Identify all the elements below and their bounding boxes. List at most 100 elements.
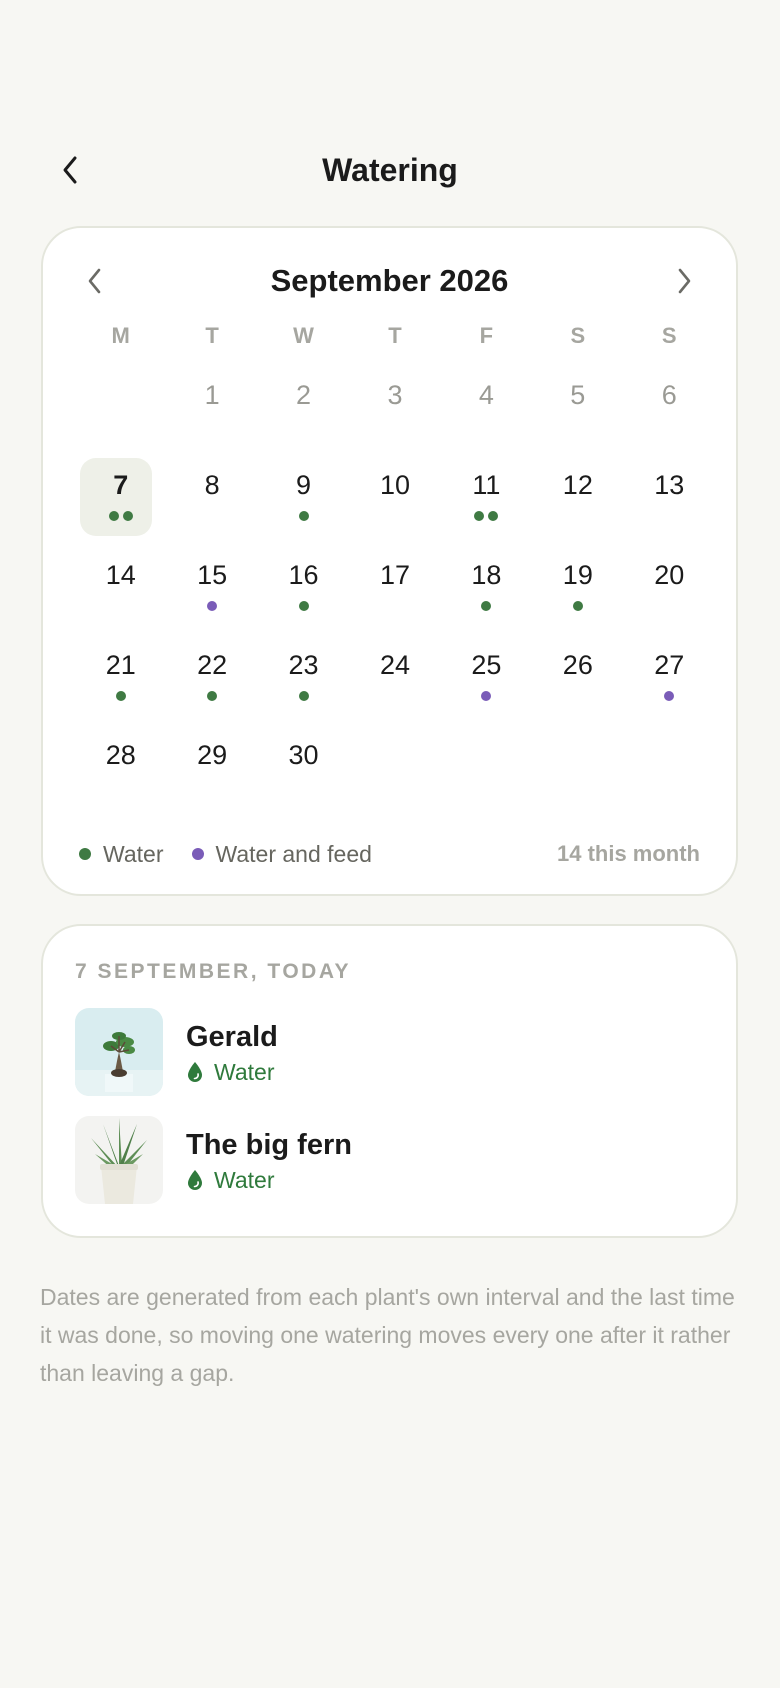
month-count: 14 this month xyxy=(556,841,700,866)
feed-dot-icon xyxy=(207,601,218,611)
calendar-day[interactable]: 20 xyxy=(624,538,715,628)
task-dots xyxy=(624,691,715,701)
day-number: 24 xyxy=(379,650,410,680)
feed-dot-icon xyxy=(191,848,204,860)
water-dot-icon xyxy=(481,601,492,611)
weekday-label: W xyxy=(293,323,314,348)
calendar-day[interactable]: 15 xyxy=(166,538,257,628)
next-month-button[interactable] xyxy=(664,261,704,301)
calendar-day[interactable]: 19 xyxy=(532,538,623,628)
calendar-day[interactable]: 24 xyxy=(349,628,440,718)
calendar-day[interactable]: 6 xyxy=(624,358,715,448)
task-dots xyxy=(166,691,257,701)
section-label: 7 SEPTEMBER, TODAY xyxy=(75,960,352,983)
day-number: 1 xyxy=(204,380,220,410)
plant-thumbnail xyxy=(75,1116,163,1204)
calendar-day[interactable]: 23 xyxy=(258,628,349,718)
water-dot-icon xyxy=(298,511,309,521)
plant-row-gerald[interactable]: Gerald Water xyxy=(75,1008,704,1096)
task-dots xyxy=(441,601,532,611)
day-number: 20 xyxy=(654,560,685,590)
task-dots xyxy=(166,601,257,611)
water-dot-icon xyxy=(115,691,126,701)
calendar-card: September 2026 M T W T F S S 1 2 3 4 5 6 7 8 9 10 11 12 13 1… xyxy=(41,226,738,896)
task-dots xyxy=(258,511,349,521)
feed-dot-icon xyxy=(664,691,675,701)
weekday-label: M xyxy=(111,323,130,348)
calendar-day[interactable]: 27 xyxy=(624,628,715,718)
calendar-day[interactable]: 17 xyxy=(349,538,440,628)
calendar-day[interactable]: 2 xyxy=(258,358,349,448)
legend-item-feed: Water and feed xyxy=(191,841,372,868)
day-number: 6 xyxy=(661,380,677,410)
day-number: 23 xyxy=(288,650,319,680)
task-dots xyxy=(258,691,349,701)
calendar-day[interactable]: 11 xyxy=(441,448,532,538)
task-dots xyxy=(75,691,166,701)
calendar-day[interactable]: 30 xyxy=(258,718,349,808)
calendar-day[interactable]: 10 xyxy=(349,448,440,538)
task-dots xyxy=(441,691,532,701)
day-number: 11 xyxy=(472,470,501,500)
day-number: 4 xyxy=(478,380,494,410)
plant-row-the-big-fern[interactable]: The big fern Water xyxy=(75,1116,704,1204)
plant-task: Water xyxy=(186,1059,278,1086)
task-dots xyxy=(532,601,623,611)
day-number: 30 xyxy=(288,740,319,770)
succulent-photo xyxy=(75,1116,163,1204)
month-navigation: September 2026 xyxy=(43,256,736,306)
day-number: 19 xyxy=(562,560,593,590)
calendar-day[interactable]: 25 xyxy=(441,628,532,718)
day-number: 7 xyxy=(113,470,129,500)
month-title: September 2026 xyxy=(270,263,509,298)
water-dot-icon xyxy=(298,601,309,611)
water-dot-icon xyxy=(572,601,583,611)
water-dot-icon xyxy=(488,511,499,521)
legend-label: Water xyxy=(103,840,164,867)
calendar-legend: Water Water and feed 14 this month xyxy=(79,836,700,872)
calendar-day[interactable]: 16 xyxy=(258,538,349,628)
day-number: 3 xyxy=(387,380,403,410)
feed-dot-icon xyxy=(481,691,492,701)
calendar-day[interactable]: 13 xyxy=(624,448,715,538)
day-number: 15 xyxy=(197,560,228,590)
calendar-day[interactable]: 3 xyxy=(349,358,440,448)
calendar-day[interactable]: 22 xyxy=(166,628,257,718)
bonsai-photo xyxy=(75,1008,163,1096)
day-number: 21 xyxy=(105,650,136,680)
task-label: Water xyxy=(214,1166,275,1193)
plant-name: The big fern xyxy=(186,1128,352,1161)
water-dot-icon xyxy=(207,691,218,701)
calendar-empty-cell xyxy=(75,358,166,448)
calendar-day[interactable]: 29 xyxy=(166,718,257,808)
day-number: 16 xyxy=(288,560,319,590)
day-number: 25 xyxy=(471,650,502,680)
day-number: 9 xyxy=(296,470,312,500)
day-number: 14 xyxy=(105,560,136,590)
calendar-day[interactable]: 4 xyxy=(441,358,532,448)
day-number: 10 xyxy=(379,470,410,500)
calendar-day[interactable]: 28 xyxy=(75,718,166,808)
plant-task: Water xyxy=(186,1167,352,1194)
weekday-label: S xyxy=(661,323,677,348)
weekday-label: T xyxy=(205,323,219,348)
day-number: 29 xyxy=(197,740,228,770)
calendar-day[interactable]: 8 xyxy=(166,448,257,538)
calendar-day[interactable]: 26 xyxy=(532,628,623,718)
calendar-day[interactable]: 5 xyxy=(532,358,623,448)
calendar-day[interactable]: 14 xyxy=(75,538,166,628)
day-schedule-card: 7 SEPTEMBER, TODAY Gerald Water The big … xyxy=(41,924,738,1238)
calendar-day[interactable]: 12 xyxy=(532,448,623,538)
calendar-day[interactable]: 18 xyxy=(441,538,532,628)
day-number: 2 xyxy=(296,380,312,410)
day-number: 12 xyxy=(562,470,593,500)
task-dots xyxy=(258,601,349,611)
calendar-day-today[interactable]: 7 xyxy=(75,448,166,538)
calendar-day[interactable]: 21 xyxy=(75,628,166,718)
calendar-day[interactable]: 1 xyxy=(166,358,257,448)
calendar-day[interactable]: 9 xyxy=(258,448,349,538)
task-label: Water xyxy=(214,1058,275,1085)
water-dot-icon xyxy=(108,511,119,521)
day-number: 5 xyxy=(570,380,586,410)
day-number: 13 xyxy=(654,470,685,500)
